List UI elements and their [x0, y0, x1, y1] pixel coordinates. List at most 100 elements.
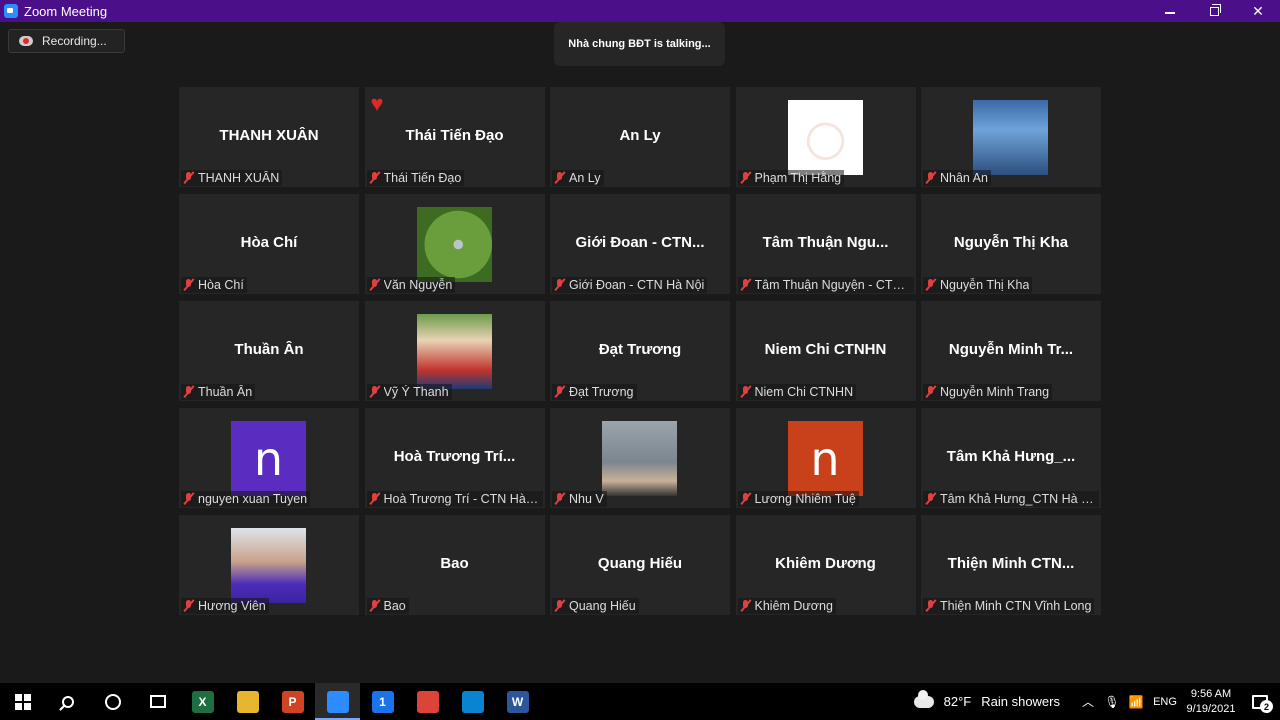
clock[interactable]: 9:56 AM 9/19/2021	[1182, 687, 1240, 717]
file-explorer-icon	[236, 690, 259, 713]
task-view-button[interactable]	[135, 683, 180, 720]
participant-display-name: Đạt Trương	[598, 341, 682, 358]
muted-microphone-icon	[554, 279, 565, 291]
participant-display-name: THANH XUÂN	[219, 127, 319, 144]
participant-name-label: nguyen xuan Tuyen	[181, 491, 311, 507]
word-icon: W	[506, 690, 529, 713]
active-speaker-banner: Nhà chung BĐT is talking...	[554, 22, 725, 66]
participant-tile[interactable]: Nguyễn Thị Kha Nguyễn Thị Kha	[921, 194, 1101, 294]
participant-tile[interactable]: Niem Chi CTNHN Niem Chi CTNHN	[735, 301, 916, 401]
participant-name-label: Thuần Ân	[181, 384, 256, 400]
participant-display-name: Thuần Ân	[234, 341, 304, 358]
participant-tile[interactable]: Khiêm Dương Khiêm Dương	[735, 515, 916, 615]
wifi-tray-button[interactable]: 📶	[1124, 683, 1148, 720]
weather-widget[interactable]: 82°F Rain showers	[904, 683, 1076, 720]
start-button[interactable]	[0, 683, 45, 720]
participant-display-name: Hoà Trương Trí...	[393, 448, 516, 465]
muted-microphone-icon	[740, 493, 751, 505]
participant-tile[interactable]: Hương Viên	[179, 515, 359, 615]
outlook-taskbar-button[interactable]: 1	[360, 683, 405, 720]
muted-microphone-icon	[740, 279, 751, 291]
participant-photo	[787, 100, 863, 175]
participant-name-label: Hoà Trương Trí - CTN Hà ...	[366, 491, 543, 507]
muted-microphone-icon	[925, 279, 936, 291]
participant-name: Nhu V	[569, 492, 604, 506]
participant-name-label: Tâm Thuận Nguyện - CTN ...	[737, 277, 914, 293]
participant-display-name: Giới Đoan - CTN...	[575, 234, 705, 251]
participant-tile[interactable]: n nguyen xuan Tuyen	[179, 408, 359, 508]
powerpoint-taskbar-button[interactable]: P	[270, 683, 315, 720]
participant-tile[interactable]: n Lương Nhiêm Tuệ	[735, 408, 916, 508]
cloud-rain-icon	[913, 689, 934, 708]
participant-name-label: Bao	[366, 598, 409, 614]
search-icon	[61, 695, 74, 708]
participant-tile[interactable]: Quang Hiếu Quang Hiếu	[550, 515, 730, 615]
muted-microphone-icon	[183, 279, 194, 291]
participant-name: An Ly	[569, 171, 601, 185]
edge-taskbar-button[interactable]	[450, 683, 495, 720]
zoom-icon	[326, 690, 349, 713]
muted-microphone-icon	[740, 600, 751, 612]
participant-tile[interactable]: Hoà Trương Trí... Hoà Trương Trí - CTN Hà…	[364, 408, 545, 508]
participant-tile[interactable]: Bao Bao	[364, 515, 545, 615]
action-center-button[interactable]: 2	[1240, 683, 1280, 720]
participant-tile[interactable]: Nhân An	[921, 87, 1101, 187]
participant-name: Vỹ Ý Thanh	[383, 385, 449, 399]
participant-tile[interactable]: Giới Đoan - CTN... Giới Đoan - CTN Hà Nội	[550, 194, 730, 294]
language-button[interactable]: ENG	[1148, 683, 1182, 720]
participant-name: THANH XUÂN	[198, 171, 280, 185]
participant-name-label: Lương Nhiêm Tuệ	[737, 491, 859, 507]
excel-taskbar-button[interactable]: X	[180, 683, 225, 720]
show-hidden-icons-button[interactable]: ︿	[1076, 683, 1100, 720]
chrome-taskbar-button[interactable]	[405, 683, 450, 720]
restore-button[interactable]	[1192, 0, 1236, 22]
muted-microphone-icon	[554, 172, 565, 184]
participant-tile[interactable]: THANH XUÂN THANH XUÂN	[179, 87, 359, 187]
participant-tile[interactable]: Thuần Ân Thuần Ân	[179, 301, 359, 401]
participant-letter-avatar: n	[787, 421, 863, 496]
task-view-icon	[149, 695, 166, 708]
participant-tile[interactable]: ♥ Thái Tiến Đạo Thái Tiến Đạo	[364, 87, 545, 187]
participant-tile[interactable]: Nguyễn Minh Tr... Nguyễn Minh Trang	[921, 301, 1101, 401]
cortana-button[interactable]	[90, 683, 135, 720]
participant-name: Nhân An	[940, 171, 988, 185]
participant-name-label: Quang Hiếu	[552, 598, 639, 614]
participant-tile[interactable]: Phạm Thị Hằng	[735, 87, 916, 187]
title-bar: Zoom Meeting ✕	[0, 0, 1280, 22]
microphone-tray-button[interactable]: 🎙	[1100, 683, 1124, 720]
zoom-taskbar-button[interactable]	[315, 683, 360, 720]
participant-tile[interactable]: Nhu V	[550, 408, 730, 508]
participant-photo	[602, 421, 677, 496]
weather-temp: 82°F	[943, 694, 972, 709]
participant-name: Niem Chi CTNHN	[754, 385, 854, 399]
participant-display-name: Niem Chi CTNHN	[764, 341, 887, 358]
word-taskbar-button[interactable]: W	[495, 683, 540, 720]
muted-microphone-icon	[925, 386, 936, 398]
muted-microphone-icon	[925, 493, 936, 505]
close-button[interactable]: ✕	[1236, 0, 1280, 22]
participant-name: Văn Nguyễn	[383, 278, 453, 292]
participant-tile[interactable]: Vỹ Ý Thanh	[364, 301, 545, 401]
close-icon: ✕	[1252, 2, 1264, 19]
file-explorer-taskbar-button[interactable]	[225, 683, 270, 720]
recording-indicator[interactable]: Recording...	[8, 29, 125, 53]
minimize-button[interactable]	[1148, 0, 1192, 22]
participant-tile[interactable]: Thiện Minh CTN... Thiện Minh CTN Vĩnh Lon…	[921, 515, 1101, 615]
participant-name-label: THANH XUÂN	[181, 170, 283, 186]
participant-name-label: Giới Đoan - CTN Hà Nội	[552, 277, 708, 293]
restore-icon	[1209, 3, 1221, 16]
participant-tile[interactable]: Đạt Trương Đạt Trương	[550, 301, 730, 401]
participant-tile[interactable]: An Ly An Ly	[550, 87, 730, 187]
gallery-grid: THANH XUÂN THANH XUÂN ♥ Thái Tiến Đạo Thái T…	[179, 87, 1101, 615]
participant-display-name: Khiêm Dương	[775, 555, 876, 572]
participant-tile[interactable]: Tâm Khả Hưng_... Tâm Khả Hưng_CTN Hà Nội	[921, 408, 1101, 508]
participant-name: Nguyễn Thị Kha	[940, 278, 1030, 292]
participant-tile[interactable]: Hòa Chí Hòa Chí	[179, 194, 359, 294]
search-button[interactable]	[45, 683, 90, 720]
edge-icon	[461, 690, 484, 713]
participant-tile[interactable]: Tâm Thuận Ngu... Tâm Thuận Nguyện - CTN .…	[735, 194, 916, 294]
participant-display-name: Nguyễn Thị Kha	[953, 234, 1069, 251]
participant-name-label: Đạt Trương	[552, 384, 637, 400]
participant-photo	[416, 314, 492, 389]
participant-tile[interactable]: Văn Nguyễn	[364, 194, 545, 294]
